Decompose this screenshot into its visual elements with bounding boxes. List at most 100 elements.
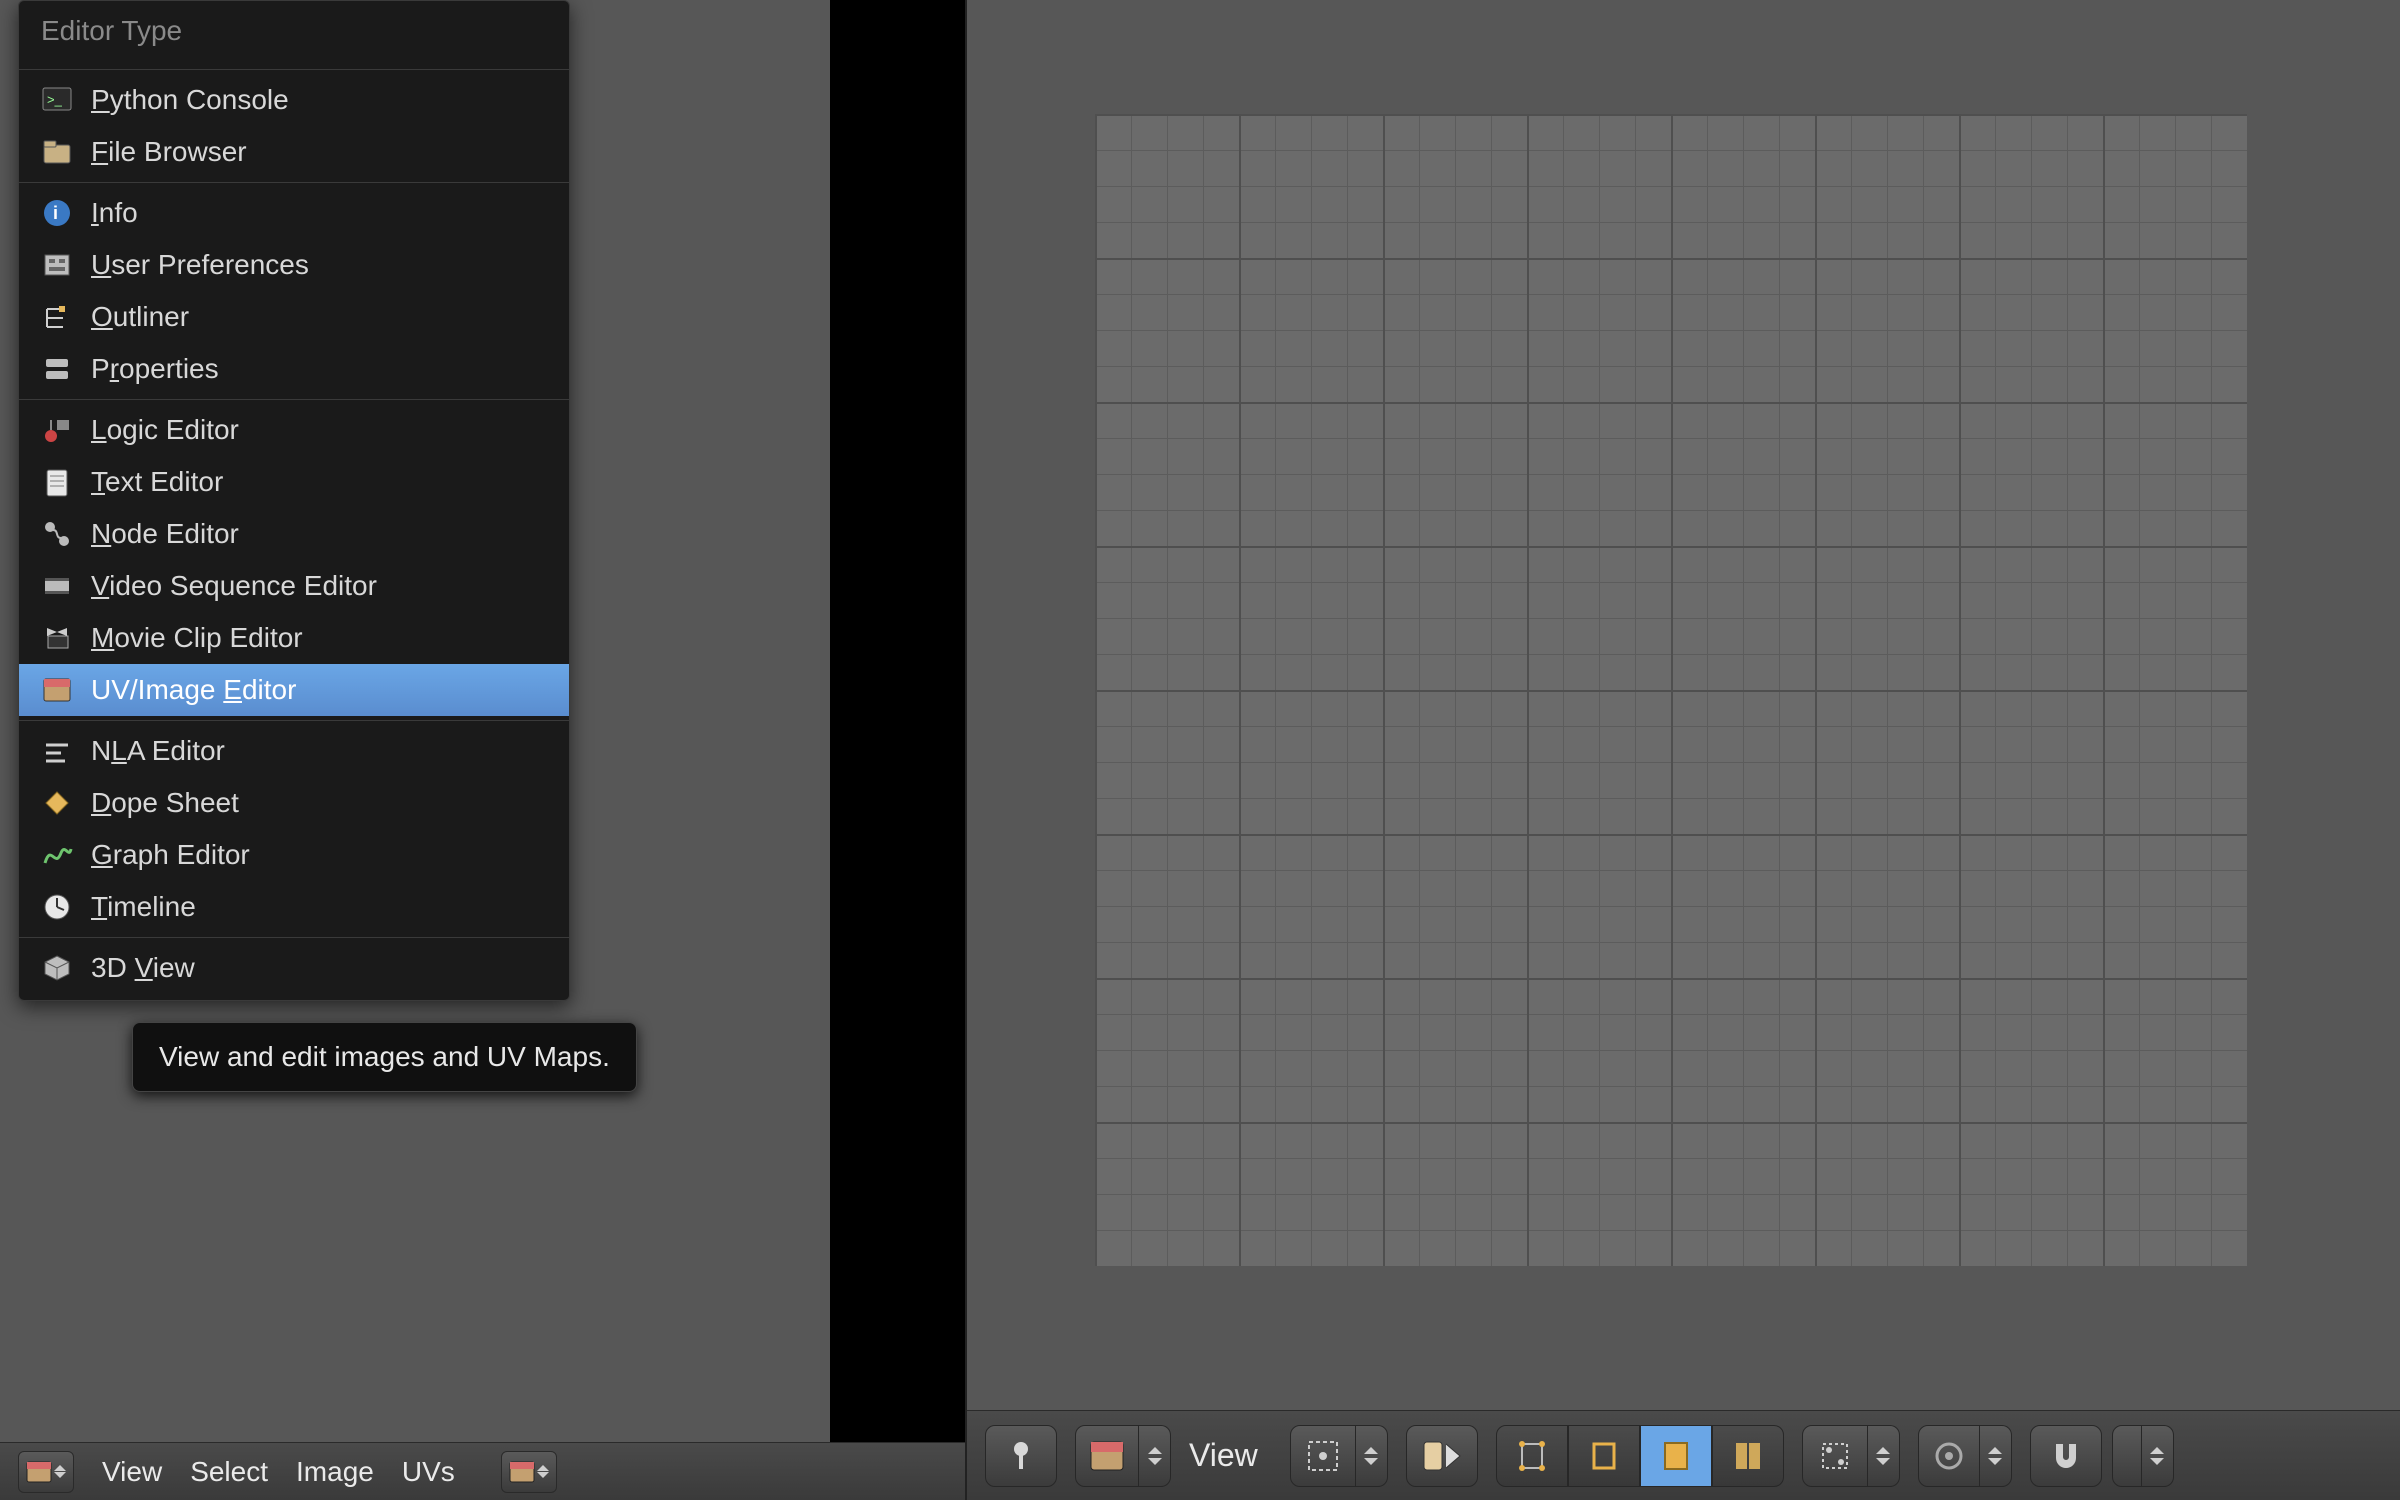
uv-grid [1095,114,2247,1266]
snap-toggle[interactable] [2030,1425,2102,1487]
editor-type-item-video-sequence-editor[interactable]: Video Sequence Editor [19,560,569,612]
menu-separator [19,937,569,938]
properties-icon [41,353,73,385]
menu-item-label: Info [91,197,138,229]
menu-item-label: Python Console [91,84,289,116]
dope-icon [41,787,73,819]
menu-item-label: NLA Editor [91,735,225,767]
pin-button[interactable] [985,1425,1057,1487]
pivot-boundingbox-icon [1305,1438,1341,1474]
editor-type-item-info[interactable]: i Info [19,187,569,239]
sticky-selection-selector[interactable] [1802,1425,1900,1487]
select-mode-island[interactable] [1712,1425,1784,1487]
menu-separator [19,720,569,721]
edge-mode-icon [1586,1438,1622,1474]
image-browse-button[interactable] [501,1451,557,1493]
updown-arrows-icon [537,1465,549,1478]
logic-icon [41,414,73,446]
editor-type-item-outliner[interactable]: Outliner [19,291,569,343]
clip-icon [41,622,73,654]
menu-item-label: Graph Editor [91,839,250,871]
updown-arrows-icon [1980,1425,2012,1487]
svg-text:>_: >_ [47,92,63,107]
editor-type-item-user-preferences[interactable]: User Preferences [19,239,569,291]
updown-arrows-icon [1139,1425,1171,1487]
menu-separator [19,69,569,70]
info-icon: i [41,197,73,229]
node-icon [41,518,73,550]
menu-image[interactable]: Image [296,1456,374,1488]
menu-item-label: Node Editor [91,518,239,550]
editor-type-item-node-editor[interactable]: Node Editor [19,508,569,560]
updown-arrows-icon [1868,1425,1900,1487]
menu-separator [19,399,569,400]
editor-type-item-logic-editor[interactable]: Logic Editor [19,404,569,456]
proportional-off-icon [1933,1440,1965,1472]
3dview-icon [41,952,73,984]
menu-uvs[interactable]: UVs [402,1456,455,1488]
svg-text:i: i [53,203,58,223]
vse-icon [41,570,73,602]
editor-type-menu: Editor Type >_ Python Console File Browser… [18,0,570,1001]
menu-item-label: Dope Sheet [91,787,239,819]
editor-type-item-text-editor[interactable]: Text Editor [19,456,569,508]
graph-icon [41,839,73,871]
menu-item-label: Movie Clip Editor [91,622,303,654]
menu-item-label: Timeline [91,891,196,923]
text-icon [41,466,73,498]
select-mode-vertex[interactable] [1496,1425,1568,1487]
editor-type-item-graph-editor[interactable]: Graph Editor [19,829,569,881]
menu-select[interactable]: Select [190,1456,268,1488]
menu-view-right[interactable]: View [1189,1437,1258,1474]
menu-item-label: Outliner [91,301,189,333]
editor-type-item-timeline[interactable]: Timeline [19,881,569,933]
pivot-selector[interactable] [1290,1425,1388,1487]
updown-arrows-icon [2142,1425,2174,1487]
menu-item-label: Properties [91,353,219,385]
menu-item-label: File Browser [91,136,247,168]
editor-type-item-python-console[interactable]: >_ Python Console [19,74,569,126]
menu-item-label: Logic Editor [91,414,239,446]
menu-view[interactable]: View [102,1456,162,1488]
sync-selection-button[interactable] [1406,1425,1478,1487]
island-mode-icon [1730,1438,1766,1474]
magnet-icon [2048,1438,2084,1474]
menu-item-label: UV/Image Editor [91,674,296,706]
uv-select-mode [1496,1425,1784,1487]
console-icon: >_ [41,84,73,116]
image-editor-icon [26,1461,52,1483]
editor-type-item-dope-sheet[interactable]: Dope Sheet [19,777,569,829]
menu-item-label: User Preferences [91,249,309,281]
editor-type-selector-right[interactable] [1075,1425,1171,1487]
editor-type-item-movie-clip-editor[interactable]: Movie Clip Editor [19,612,569,664]
image-editor-icon [1090,1441,1124,1471]
editor-type-item-uv-image-editor[interactable]: UV/Image Editor [19,664,569,716]
editor-type-item-nla-editor[interactable]: NLA Editor [19,725,569,777]
image-icon [41,674,73,706]
left-black-region [830,0,965,1500]
right-editor-header: View [967,1410,2400,1500]
updown-arrows-icon [54,1465,66,1478]
sync-mesh-icon [1422,1438,1462,1474]
snap-element-selector[interactable] [2112,1425,2174,1487]
uv-image-canvas[interactable] [1095,114,2247,1266]
nla-icon [41,735,73,767]
vertex-mode-icon [1514,1438,1550,1474]
menu-item-label: Video Sequence Editor [91,570,377,602]
menu-item-label: 3D View [91,952,195,984]
filebrowser-icon [41,136,73,168]
editor-type-selector[interactable] [18,1451,74,1493]
timeline-icon [41,891,73,923]
editor-type-item-file-browser[interactable]: File Browser [19,126,569,178]
pin-icon [1006,1439,1036,1473]
select-mode-edge[interactable] [1568,1425,1640,1487]
select-mode-face[interactable] [1640,1425,1712,1487]
sticky-loc-icon [1817,1438,1853,1474]
editor-type-menu-title: Editor Type [19,1,569,65]
editor-type-item-properties[interactable]: Properties [19,343,569,395]
menu-item-label: Text Editor [91,466,223,498]
updown-arrows-icon [1356,1425,1388,1487]
proportional-editing-selector[interactable] [1918,1425,2012,1487]
editor-type-item-3d-view[interactable]: 3D View [19,942,569,994]
face-mode-icon [1658,1438,1694,1474]
